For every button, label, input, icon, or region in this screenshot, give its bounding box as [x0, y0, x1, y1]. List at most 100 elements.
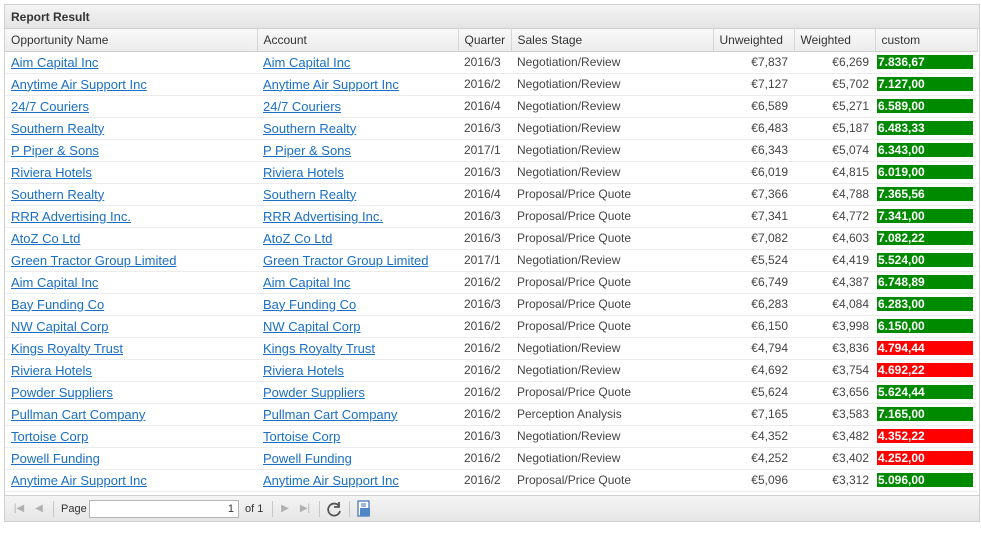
unweighted-cell: €6,589	[713, 95, 794, 118]
account-link[interactable]: Green Tractor Group Limited	[263, 253, 428, 268]
weighted-cell: €5,271	[794, 95, 875, 118]
opportunity-link[interactable]: Powell Funding	[11, 451, 100, 466]
col-weighted[interactable]: Weighted	[794, 29, 876, 52]
account-link[interactable]: Bay Funding Co	[263, 297, 356, 312]
account-link[interactable]: Southern Realty	[263, 187, 356, 202]
account-link[interactable]: RRR Advertising Inc.	[263, 209, 383, 224]
opportunity-link[interactable]: AtoZ Co Ltd	[11, 231, 80, 246]
weighted-cell: €3,482	[794, 425, 875, 448]
opportunity-link[interactable]: Bay Funding Co	[11, 297, 104, 312]
account-cell: AtoZ Co Ltd	[257, 227, 458, 250]
page-number-input[interactable]	[89, 500, 239, 518]
account-link[interactable]: Southern Realty	[263, 121, 356, 136]
table-row[interactable]: NW Capital Corp NW Capital Corp 2016/2 Prop…	[5, 315, 977, 338]
account-link[interactable]: NW Capital Corp	[263, 319, 361, 334]
table-row[interactable]: Tortoise Corp Tortoise Corp 2016/3 Negotiat…	[5, 425, 977, 448]
opportunity-link[interactable]: Aim Capital Inc	[11, 275, 98, 290]
account-link[interactable]: Anytime Air Support Inc	[263, 473, 399, 488]
opportunity-link[interactable]: Powder Suppliers	[11, 385, 113, 400]
quarter-cell: 2016/4	[458, 183, 511, 206]
opportunity-link[interactable]: Southern Realty	[11, 187, 104, 202]
opportunity-cell: P Piper & Sons	[5, 139, 257, 162]
account-link[interactable]: Anytime Air Support Inc	[263, 77, 399, 92]
table-row[interactable]: P Piper & Sons P Piper & Sons 2017/1 Negoti…	[5, 139, 977, 162]
sales-stage-cell: Negotiation/Review	[511, 95, 713, 118]
unweighted-cell: €5,624	[713, 381, 794, 404]
account-link[interactable]: Aim Capital Inc	[263, 275, 350, 290]
account-link[interactable]: Riviera Hotels	[263, 165, 344, 180]
account-link[interactable]: Tortoise Corp	[263, 429, 340, 444]
sales-stage-cell: Proposal/Price Quote	[511, 183, 713, 206]
custom-cell: 6.019,00	[875, 161, 977, 184]
table-row[interactable]: Aim Capital Inc Aim Capital Inc 2016/3 Nego…	[5, 51, 977, 74]
opportunity-link[interactable]: Kings Royalty Trust	[11, 341, 123, 356]
table-row[interactable]: Bay Funding Co Bay Funding Co 2016/3 Propos…	[5, 293, 977, 316]
table-row[interactable]: Powder Suppliers Powder Suppliers 2016/2 Pr…	[5, 381, 977, 404]
unweighted-cell: €6,749	[713, 271, 794, 294]
opportunity-link[interactable]: P Piper & Sons	[11, 143, 99, 158]
opportunity-link[interactable]: Green Tractor Group Limited	[11, 253, 176, 268]
col-quarter[interactable]: Quarter	[458, 29, 512, 52]
table-row[interactable]: Aim Capital Inc Aim Capital Inc 2016/2 Prop…	[5, 271, 977, 294]
opportunity-link[interactable]: RRR Advertising Inc.	[11, 209, 131, 224]
header-row: Opportunity Name Account Quarter Sales S…	[5, 29, 978, 52]
table-row[interactable]: AtoZ Co Ltd AtoZ Co Ltd 2016/3 Proposal/Pri…	[5, 227, 977, 250]
opportunity-link[interactable]: Riviera Hotels	[11, 165, 92, 180]
custom-value-badge: 6.483,33	[877, 121, 973, 135]
col-custom[interactable]: custom	[875, 29, 978, 52]
table-row[interactable]: Kings Royalty Trust Kings Royalty Trust 20…	[5, 337, 977, 360]
table-row[interactable]: Southern Realty Southern Realty 2016/3 Nego…	[5, 117, 977, 140]
account-link[interactable]: Pullman Cart Company	[263, 407, 397, 422]
table-row[interactable]: Green Tractor Group Limited Green Tractor…	[5, 249, 977, 272]
opportunity-link[interactable]: Riviera Hotels	[11, 363, 92, 378]
opportunity-link[interactable]: 24/7 Couriers	[11, 99, 89, 114]
prev-page-icon[interactable]: ◀	[31, 496, 47, 522]
col-sales-stage[interactable]: Sales Stage	[511, 29, 714, 52]
table-row[interactable]: Riviera Hotels Riviera Hotels 2016/3 Negoti…	[5, 161, 977, 184]
table-row[interactable]: 24/7 Couriers 24/7 Couriers 2016/4 Negotiat…	[5, 95, 977, 118]
table-row[interactable]: Anytime Air Support Inc Anytime Air Suppo…	[5, 469, 977, 492]
table-row[interactable]: Powell Funding Powell Funding 2016/2 Negoti…	[5, 447, 977, 470]
sales-stage-cell: Proposal/Price Quote	[511, 293, 713, 316]
table-row[interactable]: Pullman Cart Company Pullman Cart Company…	[5, 403, 977, 426]
last-page-icon[interactable]: ▶|	[297, 496, 313, 522]
account-link[interactable]: AtoZ Co Ltd	[263, 231, 332, 246]
opportunity-link[interactable]: Aim Capital Inc	[11, 55, 98, 70]
col-unweighted[interactable]: Unweighted	[713, 29, 795, 52]
quarter-cell: 2016/3	[458, 117, 511, 140]
opportunity-cell: Pullman Cart Company	[5, 403, 257, 426]
custom-value-badge: 5.624,44	[877, 385, 973, 399]
account-link[interactable]: Riviera Hotels	[263, 363, 344, 378]
opportunity-link[interactable]: NW Capital Corp	[11, 319, 109, 334]
account-link[interactable]: Powder Suppliers	[263, 385, 365, 400]
table-row[interactable]: Anytime Air Support Inc Anytime Air Suppo…	[5, 73, 977, 96]
opportunity-cell: Riviera Hotels	[5, 161, 257, 184]
account-link[interactable]: Kings Royalty Trust	[263, 341, 375, 356]
unweighted-cell: €6,343	[713, 139, 794, 162]
opportunity-link[interactable]: Tortoise Corp	[11, 429, 88, 444]
opportunity-link[interactable]: Southern Realty	[11, 121, 104, 136]
export-icon[interactable]	[355, 500, 373, 521]
opportunity-link[interactable]: Pullman Cart Company	[11, 407, 145, 422]
table-row[interactable]: Riviera Hotels Riviera Hotels 2016/2 Negoti…	[5, 359, 977, 382]
opportunity-link[interactable]: Anytime Air Support Inc	[11, 473, 147, 488]
col-account[interactable]: Account	[257, 29, 459, 52]
opportunity-link[interactable]: Anytime Air Support Inc	[11, 77, 147, 92]
unweighted-cell: €7,837	[713, 51, 794, 74]
first-page-icon[interactable]: |◀	[11, 496, 27, 522]
weighted-cell: €3,402	[794, 447, 875, 470]
account-cell: Anytime Air Support Inc	[257, 73, 458, 96]
account-link[interactable]: Powell Funding	[263, 451, 352, 466]
quarter-cell: 2016/2	[458, 359, 511, 382]
table-row[interactable]: Southern Realty Southern Realty 2016/4 Prop…	[5, 183, 977, 206]
next-page-icon[interactable]: ▶	[277, 496, 293, 522]
account-link[interactable]: Aim Capital Inc	[263, 55, 350, 70]
refresh-icon[interactable]	[325, 500, 343, 521]
table-row[interactable]: RRR Advertising Inc. RRR Advertising Inc.…	[5, 205, 977, 228]
account-link[interactable]: 24/7 Couriers	[263, 99, 341, 114]
opportunity-cell: 24/7 Couriers	[5, 95, 257, 118]
col-opportunity-name[interactable]: Opportunity Name	[5, 29, 258, 52]
custom-cell: 6.483,33	[875, 117, 977, 140]
opportunity-cell: Kings Royalty Trust	[5, 337, 257, 360]
account-link[interactable]: P Piper & Sons	[263, 143, 351, 158]
